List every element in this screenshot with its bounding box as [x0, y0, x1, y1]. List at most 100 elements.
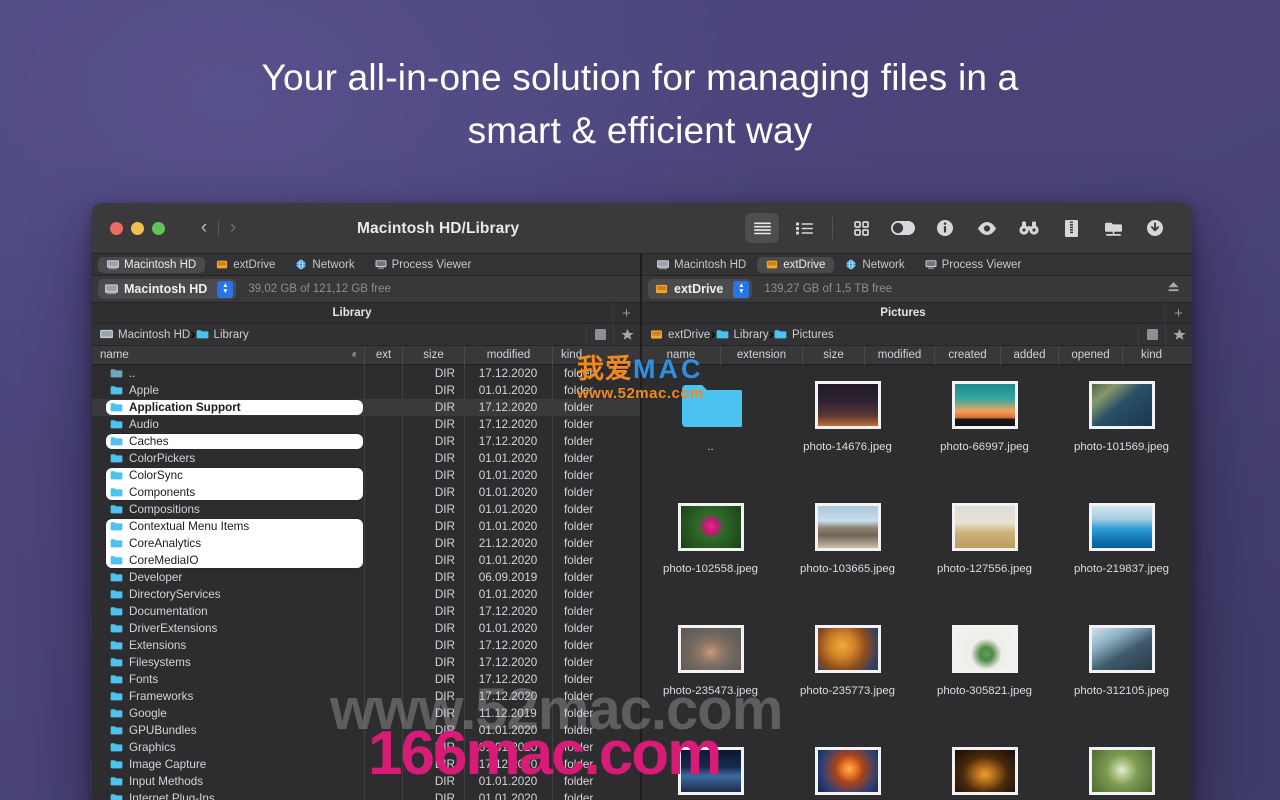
zoom-button[interactable] — [152, 222, 165, 235]
left-drive-tab-macintosh-hd[interactable]: Macintosh HD — [98, 257, 205, 273]
table-row[interactable]: CoreMediaIODIR01.01.2020folder — [92, 552, 640, 569]
grid-item[interactable]: photo-66997.jpeg — [916, 375, 1053, 497]
grid-item[interactable]: photo-14676.jpeg — [779, 375, 916, 497]
table-row[interactable]: FontsDIR17.12.2020folder — [92, 671, 640, 688]
column-header-kind[interactable]: kind — [552, 346, 612, 365]
toggle-switch-icon[interactable] — [886, 213, 920, 243]
column-header-modified[interactable]: modified — [464, 346, 552, 365]
grid-item[interactable]: photo-103665.jpeg — [779, 497, 916, 619]
list-view-icon[interactable] — [745, 213, 779, 243]
eject-icon[interactable] — [1167, 280, 1180, 298]
column-header-size[interactable]: size — [402, 346, 464, 365]
right-column-header-added[interactable]: added — [1000, 346, 1058, 365]
detail-list-view-icon[interactable] — [787, 213, 821, 243]
grid-item[interactable]: photo-101569.jpeg — [1053, 375, 1190, 497]
table-row[interactable]: CompositionsDIR01.01.2020folder — [92, 501, 640, 518]
right-column-header-size[interactable]: size — [802, 346, 864, 365]
archive-icon[interactable] — [1054, 213, 1088, 243]
left-drive-selector[interactable]: Macintosh HD ▲▼ — [98, 279, 236, 299]
table-row[interactable]: Contextual Menu ItemsDIR01.01.2020folder — [92, 518, 640, 535]
table-row[interactable]: Internet Plug-InsDIR01.01.2020folder — [92, 790, 640, 800]
table-row[interactable]: CachesDIR17.12.2020folder — [92, 433, 640, 450]
breadcrumb-item-folder[interactable]: Library — [196, 329, 249, 341]
left-drive-tab-network[interactable]: Network — [286, 257, 363, 273]
eye-icon[interactable] — [970, 213, 1004, 243]
stop-square-icon[interactable] — [586, 324, 613, 346]
right-column-header-opened[interactable]: opened — [1058, 346, 1122, 365]
left-file-list[interactable]: ..DIR17.12.2020folderAppleDIR01.01.2020f… — [92, 365, 640, 800]
right-icon-grid[interactable]: ..photo-14676.jpegphoto-66997.jpegphoto-… — [642, 365, 1192, 800]
right-active-tab-label[interactable]: Pictures — [642, 307, 1164, 319]
right-drive-tab-process-viewer[interactable]: Process Viewer — [916, 257, 1031, 273]
stop-square-icon[interactable] — [1138, 324, 1165, 346]
table-row[interactable]: ExtensionsDIR17.12.2020folder — [92, 637, 640, 654]
grid-item[interactable]: photo-355167.jpeg — [916, 741, 1053, 800]
table-row[interactable]: CoreAnalyticsDIR21.12.2020folder — [92, 535, 640, 552]
table-row[interactable]: ColorPickersDIR01.01.2020folder — [92, 450, 640, 467]
file-modified-cell: 01.01.2020 — [464, 469, 552, 482]
right-column-header-name[interactable]: name — [642, 346, 720, 365]
breadcrumb-item-drive[interactable]: Macintosh HD — [100, 329, 190, 341]
network-folder-icon[interactable] — [1096, 213, 1130, 243]
grid-item[interactable]: photo-343299.jpeg — [779, 741, 916, 800]
favorite-star-icon[interactable] — [613, 324, 640, 346]
grid-item[interactable]: photo-361104.jpeg — [1053, 741, 1190, 800]
left-drive-tab-process-viewer[interactable]: Process Viewer — [366, 257, 481, 273]
close-button[interactable] — [110, 222, 123, 235]
table-row[interactable]: FrameworksDIR17.12.2020folder — [92, 688, 640, 705]
right-column-header-kind[interactable]: kind — [1122, 346, 1180, 365]
table-row[interactable]: FilesystemsDIR17.12.2020folder — [92, 654, 640, 671]
binoculars-icon[interactable] — [1012, 213, 1046, 243]
table-row[interactable]: DeveloperDIR06.09.2019folder — [92, 569, 640, 586]
right-drive-stepper-icon[interactable]: ▲▼ — [733, 281, 749, 298]
table-row[interactable]: Application SupportDIR17.12.2020folder — [92, 399, 640, 416]
grid-item[interactable]: photo-331208.jpeg — [642, 741, 779, 800]
forward-icon[interactable]: › — [219, 214, 247, 242]
grid-item[interactable]: photo-235773.jpeg — [779, 619, 916, 741]
column-header-ext[interactable]: ext — [364, 346, 402, 365]
grid-item[interactable]: photo-102558.jpeg — [642, 497, 779, 619]
grid-view-icon[interactable] — [844, 213, 878, 243]
table-row[interactable]: AppleDIR01.01.2020folder — [92, 382, 640, 399]
grid-item[interactable]: photo-127556.jpeg — [916, 497, 1053, 619]
column-header-name[interactable]: name ⱏ — [92, 346, 364, 365]
grid-item[interactable]: photo-219837.jpeg — [1053, 497, 1190, 619]
right-drive-tab-extdrive[interactable]: extDrive — [757, 257, 834, 273]
table-row[interactable]: GraphicsDIR01.01.2020folder — [92, 739, 640, 756]
grid-item[interactable]: photo-312105.jpeg — [1053, 619, 1190, 741]
left-active-tab-label[interactable]: Library — [92, 307, 612, 319]
table-row[interactable]: DocumentationDIR17.12.2020folder — [92, 603, 640, 620]
info-icon[interactable] — [928, 213, 962, 243]
breadcrumb-item-pictures[interactable]: Pictures — [774, 329, 834, 341]
grid-item[interactable]: photo-305821.jpeg — [916, 619, 1053, 741]
table-row[interactable]: Image CaptureDIR17.12.2020folder — [92, 756, 640, 773]
table-row[interactable]: DirectoryServicesDIR01.01.2020folder — [92, 586, 640, 603]
left-new-tab-button[interactable]: + — [612, 303, 640, 324]
table-row[interactable]: AudioDIR17.12.2020folder — [92, 416, 640, 433]
table-row[interactable]: Input MethodsDIR01.01.2020folder — [92, 773, 640, 790]
left-drive-stepper-icon[interactable]: ▲▼ — [217, 281, 233, 298]
right-column-header-created[interactable]: created — [934, 346, 1000, 365]
right-drive-selector[interactable]: extDrive ▲▼ — [648, 279, 752, 299]
table-row[interactable]: ..DIR17.12.2020folder — [92, 365, 640, 382]
breadcrumb-item-library[interactable]: Library — [716, 329, 769, 341]
right-column-header-extension[interactable]: extension — [720, 346, 802, 365]
back-icon[interactable]: ‹ — [190, 214, 218, 242]
right-column-header[interactable]: nameextensionsizemodifiedcreatedaddedope… — [642, 346, 1192, 365]
minimize-button[interactable] — [131, 222, 144, 235]
left-drive-tab-extdrive[interactable]: extDrive — [207, 257, 284, 273]
right-drive-tab-macintosh-hd[interactable]: Macintosh HD — [648, 257, 755, 273]
table-row[interactable]: ComponentsDIR01.01.2020folder — [92, 484, 640, 501]
favorite-star-icon[interactable] — [1165, 324, 1192, 346]
table-row[interactable]: ColorSyncDIR01.01.2020folder — [92, 467, 640, 484]
right-drive-tab-network[interactable]: Network — [836, 257, 913, 273]
table-row[interactable]: DriverExtensionsDIR01.01.2020folder — [92, 620, 640, 637]
download-icon[interactable] — [1138, 213, 1172, 243]
breadcrumb-item-drive[interactable]: extDrive — [650, 329, 710, 341]
table-row[interactable]: GoogleDIR11.12.2019folder — [92, 705, 640, 722]
right-new-tab-button[interactable]: + — [1164, 303, 1192, 324]
right-column-header-modified[interactable]: modified — [864, 346, 934, 365]
grid-item[interactable]: photo-235473.jpeg — [642, 619, 779, 741]
grid-item[interactable]: .. — [642, 375, 779, 497]
table-row[interactable]: GPUBundlesDIR01.01.2020folder — [92, 722, 640, 739]
